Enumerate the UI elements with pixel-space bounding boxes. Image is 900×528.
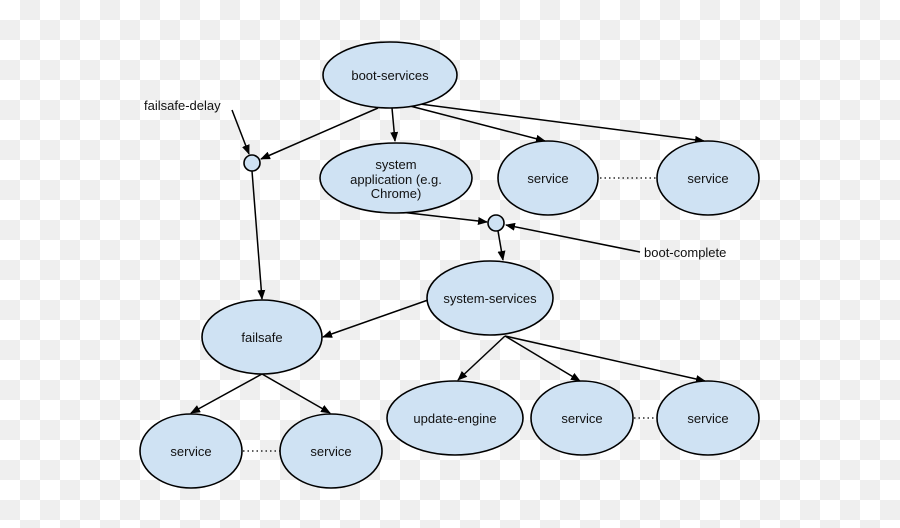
svg-text:failsafe: failsafe <box>241 330 282 345</box>
boot-complete-label: boot-complete <box>644 245 726 260</box>
boot-complete-junction <box>487 214 505 232</box>
edge-junction-to-failsafe <box>251 170 266 300</box>
svg-text:system-services: system-services <box>443 291 537 306</box>
edge-boot-to-system-application <box>390 107 399 142</box>
edge-sysapp-to-boot-junction <box>399 211 488 225</box>
edge-boot-complete <box>505 222 641 253</box>
node-system-application: system application (e.g. Chrome) <box>319 142 473 214</box>
svg-text:service: service <box>310 444 351 459</box>
boot-dependency-diagram: boot-services system application (e.g. C… <box>139 41 760 489</box>
edge-failsafe-to-service <box>190 373 263 414</box>
failsafe-junction <box>243 154 261 172</box>
node-update-engine: update-engine <box>386 380 524 456</box>
edge-boot-to-service-2 <box>419 103 705 144</box>
node-service: service <box>279 413 383 489</box>
svg-text:service: service <box>687 171 728 186</box>
node-system-services: system-services <box>426 260 554 336</box>
edge-failsafe-to-service-2 <box>261 373 331 414</box>
svg-text:update-engine: update-engine <box>413 411 496 426</box>
node-failsafe: failsafe <box>201 299 323 375</box>
svg-text:boot-services: boot-services <box>351 68 429 83</box>
svg-text:service: service <box>170 444 211 459</box>
edge-failsafe-delay <box>231 109 250 155</box>
svg-text:Chrome): Chrome) <box>371 186 422 201</box>
node-service: service <box>530 380 634 456</box>
svg-text:service: service <box>561 411 602 426</box>
node-service: service <box>497 140 599 216</box>
svg-text:service: service <box>527 171 568 186</box>
node-service: service <box>656 140 760 216</box>
svg-text:service: service <box>687 411 728 426</box>
edge-ss-to-update-engine <box>457 335 506 381</box>
node-service: service <box>139 413 243 489</box>
node-boot-services: boot-services <box>322 41 458 109</box>
node-service: service <box>656 380 760 456</box>
svg-text:application (e.g.: application (e.g. <box>350 172 442 187</box>
edge-ss-to-service <box>504 335 581 382</box>
edge-system-services-to-failsafe <box>322 299 429 338</box>
edge-junction-to-system-services <box>497 230 506 261</box>
edge-ss-to-service-2 <box>504 335 706 383</box>
failsafe-delay-label: failsafe-delay <box>144 98 221 113</box>
svg-text:system: system <box>375 157 416 172</box>
